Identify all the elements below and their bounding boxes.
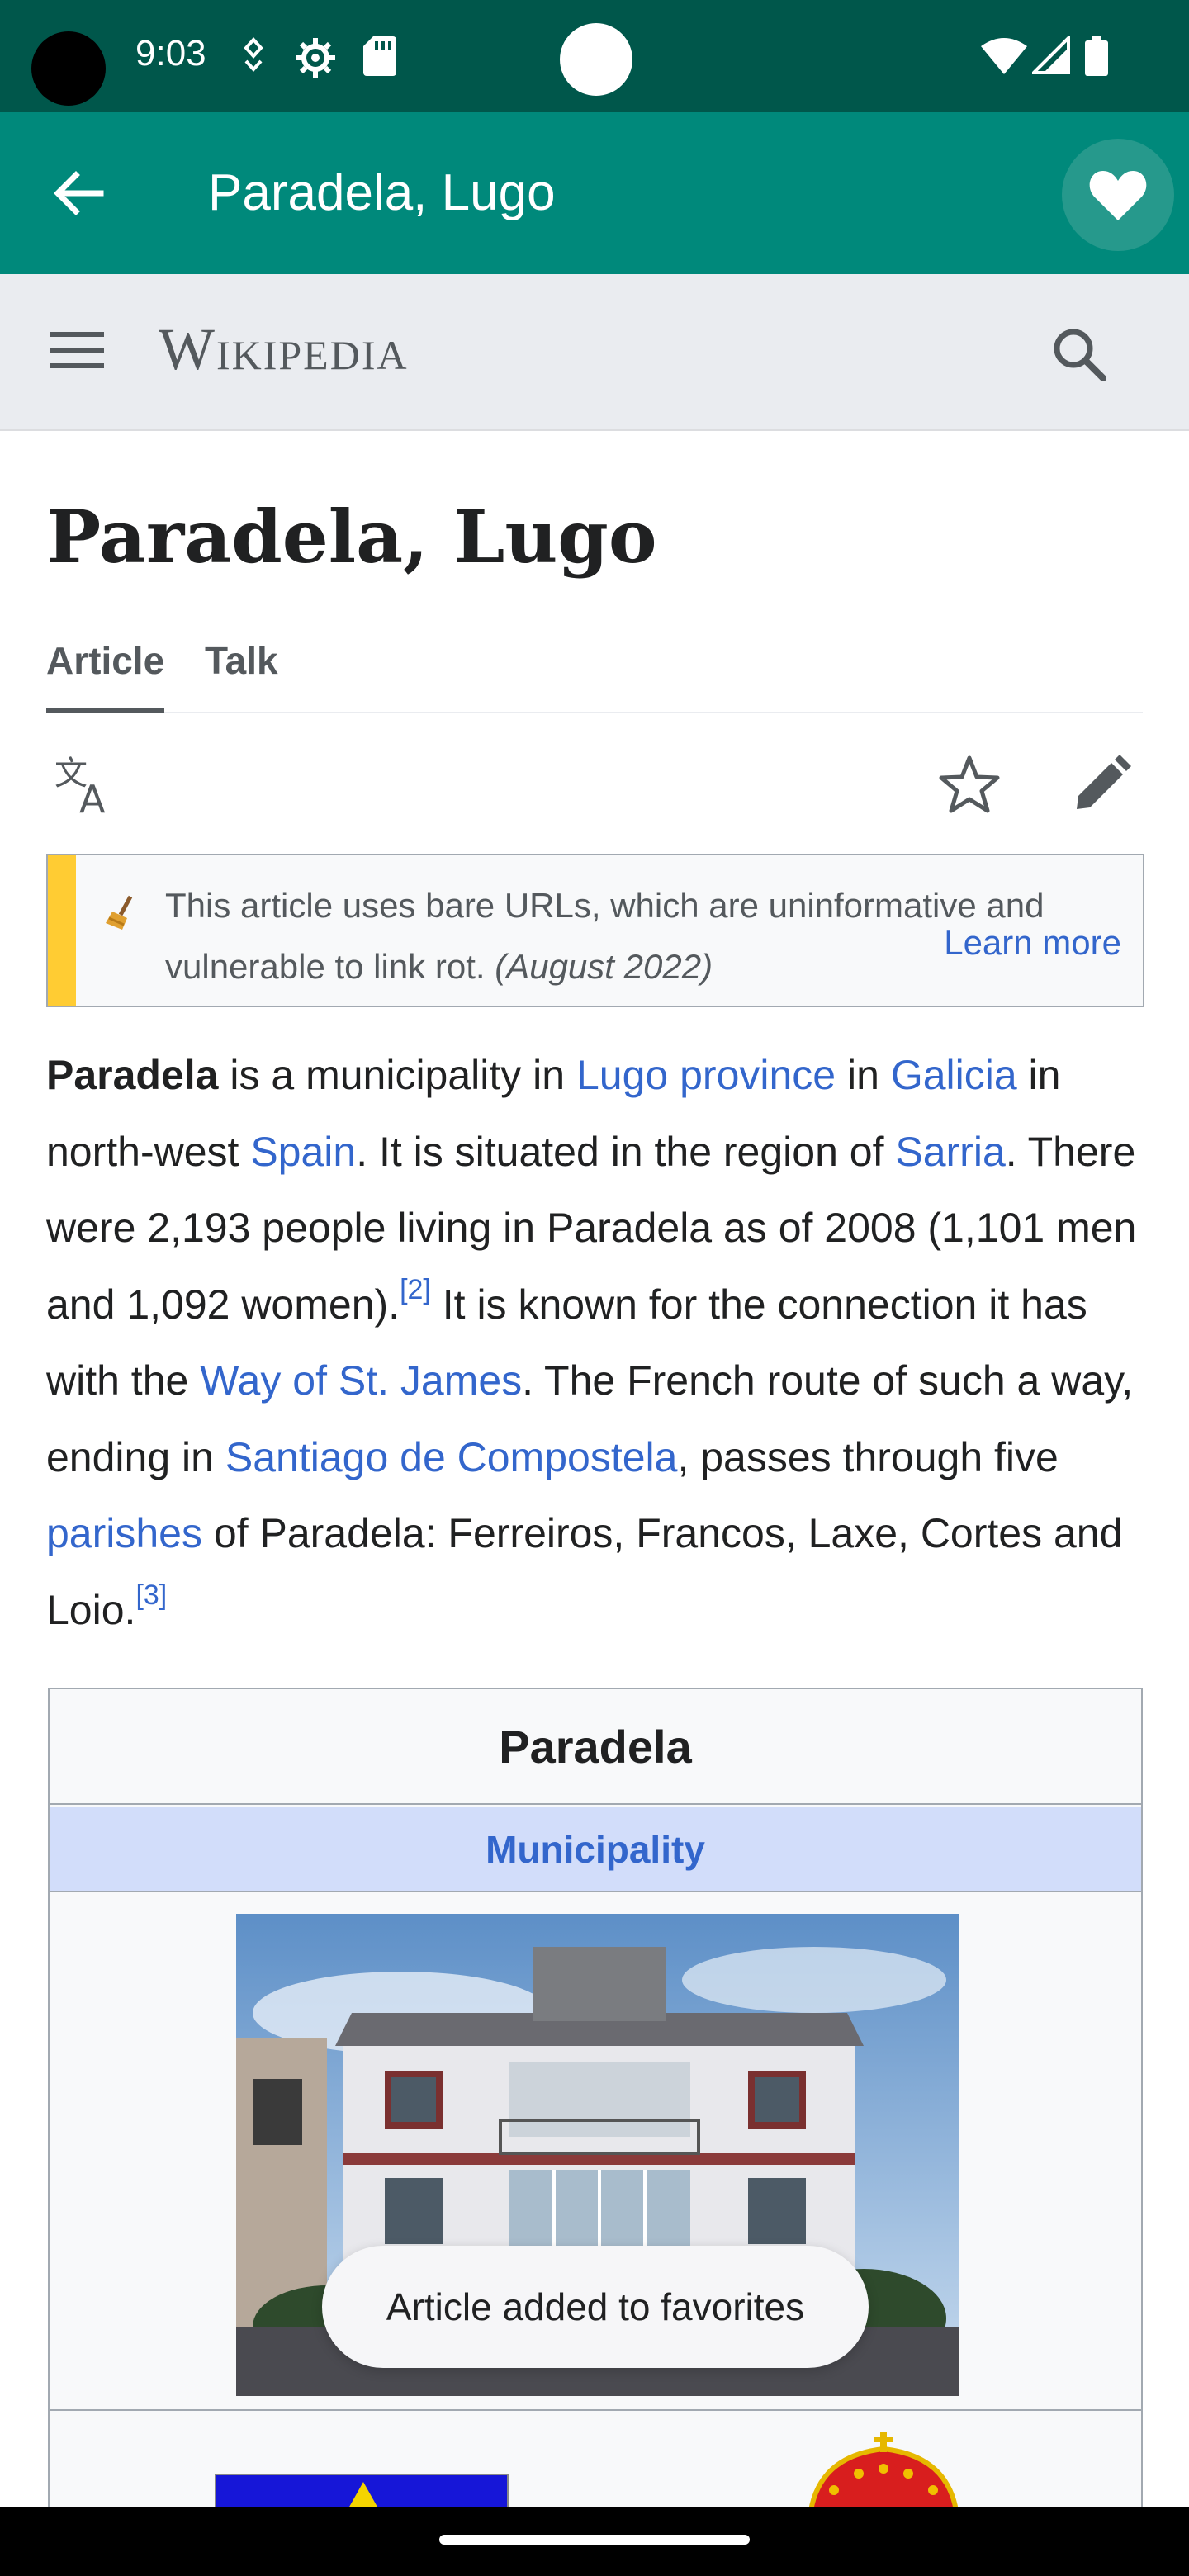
text: is a municipality in: [218, 1052, 576, 1098]
infobox-title: Paradela: [50, 1689, 1141, 1805]
link-galicia[interactable]: Galicia: [891, 1052, 1017, 1098]
search-icon[interactable]: [1049, 324, 1111, 386]
link-way-of-st-james[interactable]: Way of St. James: [200, 1357, 522, 1404]
text: of Paradela: Ferreiros, Francos, Laxe, C…: [46, 1510, 1123, 1633]
menu-icon[interactable]: [50, 325, 104, 375]
front-sensor: [560, 23, 632, 96]
data-saver-icon: [244, 37, 263, 72]
link-lugo-province[interactable]: Lugo province: [576, 1052, 836, 1098]
language-icon[interactable]: 文 A: [54, 751, 121, 817]
link-sarria[interactable]: Sarria: [895, 1129, 1005, 1175]
reference-3[interactable]: [3]: [135, 1579, 167, 1611]
system-nav-bar: [0, 2507, 1189, 2576]
page-title: Paradela, Lugo: [46, 494, 657, 580]
cell-signal-icon: [1032, 36, 1070, 74]
link-parishes[interactable]: parishes: [46, 1510, 202, 1556]
status-bar: 9:03: [0, 0, 1189, 112]
back-button[interactable]: [46, 160, 112, 226]
text: , passes through five: [677, 1433, 1059, 1480]
bare-urls-notice[interactable]: This article uses bare URLs, which are u…: [46, 854, 1144, 1007]
lead-bold-term: Paradela: [46, 1052, 219, 1098]
settings-gear-icon: [296, 38, 335, 78]
camera-cutout: [31, 31, 106, 106]
tab-article[interactable]: Article: [46, 636, 165, 713]
link-santiago-de-compostela[interactable]: Santiago de Compostela: [225, 1434, 678, 1480]
page-actions: 文 A: [46, 743, 1143, 826]
wikipedia-wordmark-text: Wikipedia: [159, 316, 409, 382]
reference-2[interactable]: [2]: [400, 1274, 431, 1305]
learn-more-link[interactable]: Learn more: [944, 923, 1121, 963]
infobox-subtitle[interactable]: Municipality: [50, 1807, 1141, 1892]
status-time: 9:03: [135, 33, 206, 73]
battery-icon: [1085, 36, 1108, 76]
infobox-divider: [50, 2409, 1141, 2411]
wikipedia-header: Wikipedia: [0, 274, 1189, 431]
tab-talk[interactable]: Talk: [205, 636, 278, 713]
home-gesture-handle[interactable]: [439, 2535, 750, 2545]
edit-pencil-icon[interactable]: [1068, 751, 1135, 817]
article-tabs: Article Talk: [46, 636, 1143, 713]
notice-accent-bar: [48, 855, 76, 1006]
svg-text:A: A: [79, 777, 106, 817]
app-bar: Paradela, Lugo: [0, 112, 1189, 274]
article-lead-paragraph: Paradela is a municipality in Lugo provi…: [46, 1037, 1153, 1648]
heart-icon: [1089, 171, 1147, 220]
arrow-back-icon: [54, 171, 104, 215]
wikipedia-wordmark[interactable]: Wikipedia: [159, 315, 409, 384]
notice-date: (August 2022): [495, 947, 713, 986]
link-spain[interactable]: Spain: [250, 1129, 356, 1175]
favorite-button[interactable]: [1062, 139, 1174, 251]
text: in: [836, 1052, 891, 1098]
favorites-toast: Article added to favorites: [322, 2246, 869, 2368]
wifi-icon: [981, 38, 1027, 74]
broom-icon: [106, 895, 133, 930]
sd-card-icon: [363, 36, 396, 76]
star-icon[interactable]: [936, 751, 1002, 817]
infobox: Paradela Municipality: [48, 1688, 1143, 2532]
text: . It is situated in the region of: [356, 1128, 896, 1175]
app-bar-title: Paradela, Lugo: [208, 164, 556, 221]
